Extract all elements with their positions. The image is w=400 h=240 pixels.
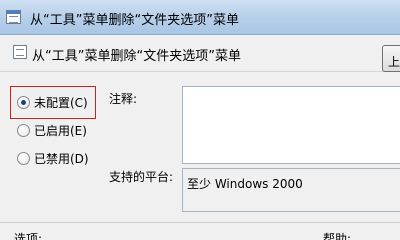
- options-section-label: 选项:: [14, 232, 43, 240]
- radio-label-not-configured: 未配置(C): [34, 95, 88, 110]
- supported-platforms-label: 支持的平台:: [109, 170, 174, 184]
- radio-disabled[interactable]: 已禁用(D): [17, 149, 89, 167]
- policy-header: 从“工具”菜单删除“文件夹选项”菜单: [0, 36, 400, 72]
- window-title: 从“工具”菜单删除“文件夹选项”菜单: [30, 13, 239, 28]
- supported-platforms-value: 至少 Windows 2000: [187, 177, 303, 191]
- radio-button-icon[interactable]: [17, 123, 30, 137]
- divider: [0, 222, 400, 223]
- radio-label-disabled: 已禁用(D): [34, 151, 89, 166]
- policy-setting-icon: [13, 45, 27, 59]
- comment-label: 注释:: [109, 92, 138, 106]
- radio-button-icon[interactable]: [17, 151, 30, 165]
- supported-platforms-field: 至少 Windows 2000: [182, 168, 400, 212]
- radio-button-icon[interactable]: [17, 95, 30, 109]
- window-titlebar[interactable]: 从“工具”菜单删除“文件夹选项”菜单: [0, 0, 400, 35]
- previous-setting-button[interactable]: 上: [382, 45, 400, 72]
- previous-setting-label: 上: [388, 55, 400, 69]
- radio-not-configured[interactable]: 未配置(C): [17, 93, 88, 111]
- radio-label-enabled: 已启用(E): [34, 123, 87, 138]
- comment-textbox[interactable]: [182, 86, 400, 164]
- help-section-label: 帮助:: [323, 232, 352, 240]
- radio-enabled[interactable]: 已启用(E): [17, 121, 87, 139]
- policy-window-icon: [6, 10, 21, 24]
- policy-title: 从“工具”菜单删除“文件夹选项”菜单: [32, 49, 241, 64]
